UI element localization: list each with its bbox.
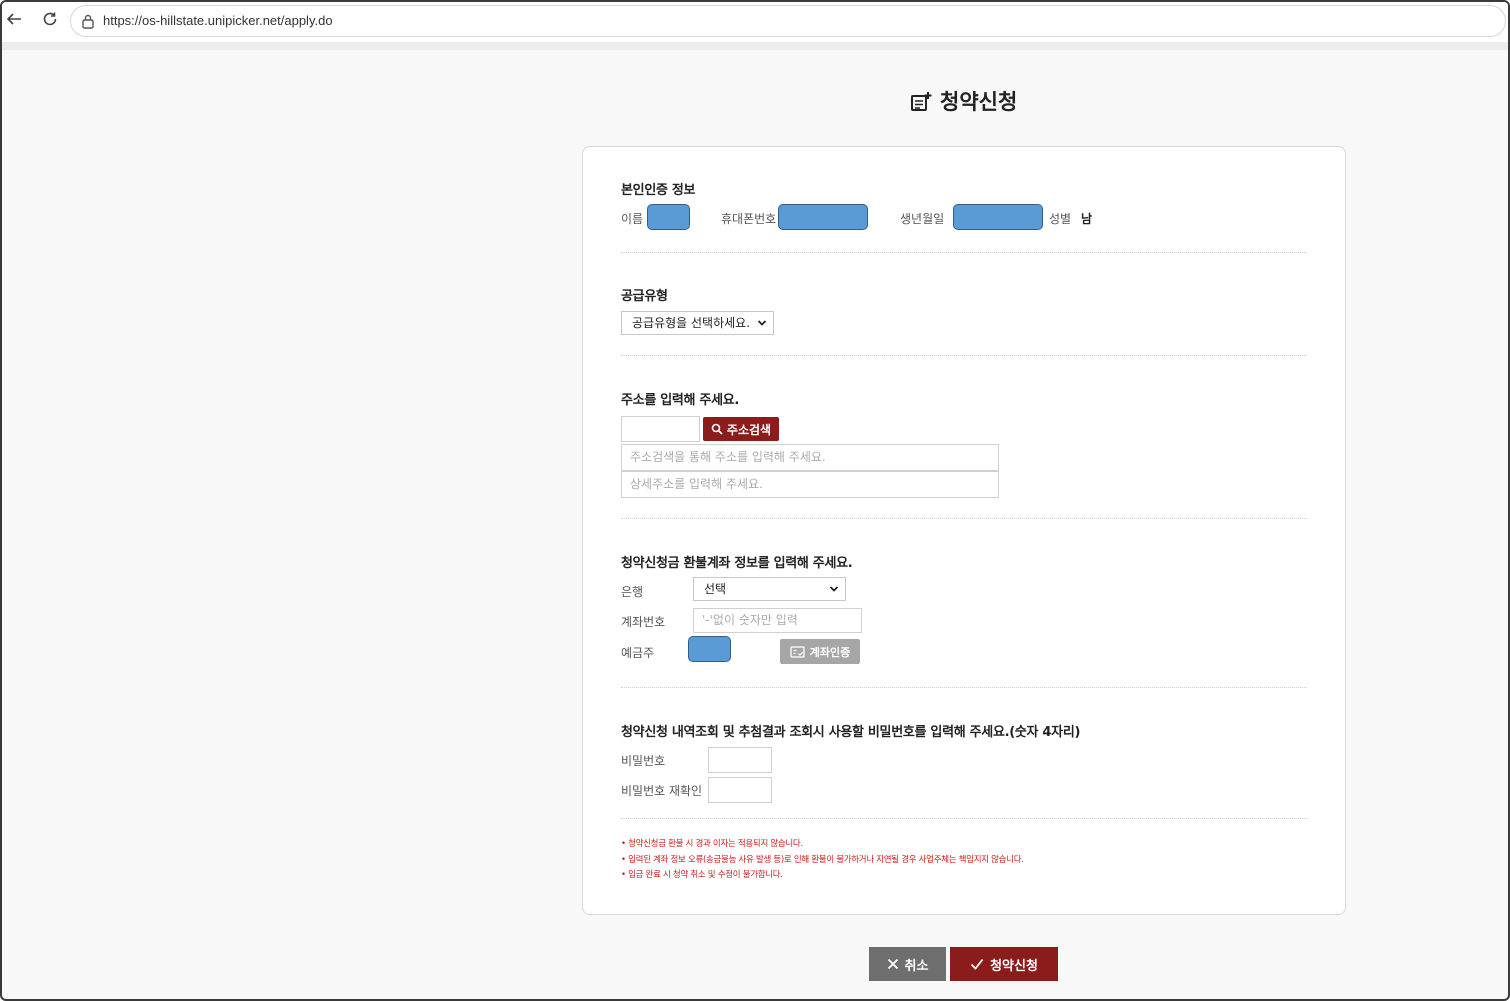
postcode-input[interactable] xyxy=(621,416,700,442)
password-input[interactable] xyxy=(708,747,772,773)
detail-address-input[interactable]: 상세주소를 입력해 주세요. xyxy=(621,471,999,498)
password-label: 비밀번호 xyxy=(621,754,666,768)
notice-item: • 입금 완료 시 청약 취소 및 수정이 불가합니다. xyxy=(621,870,783,880)
gender-label: 성별 xyxy=(1049,212,1072,226)
name-label: 이름 xyxy=(621,212,644,226)
back-arrow-icon[interactable] xyxy=(2,10,26,34)
apply-label: 청약신청 xyxy=(990,958,1038,974)
phone-label: 휴대폰번호 xyxy=(721,212,777,226)
account-number-input[interactable]: '-'없이 숫자만 입력 xyxy=(693,608,862,633)
page-title: 청약신청 xyxy=(910,86,1017,116)
notice-item: • 입력된 계좌 정보 오류(송금불능 사유 발생 등)로 인해 환불이 불가하… xyxy=(621,854,1024,865)
id-card-icon xyxy=(790,645,805,658)
section-divider xyxy=(621,355,1307,356)
supply-type-select-value: 공급유형을 선택하세요. xyxy=(632,316,751,330)
address-section: 주소를 입력해 주세요. 주소검색 주소검색을 통해 주소를 입력해 주세요. … xyxy=(621,387,1307,502)
account-holder-masked xyxy=(688,636,731,662)
password-confirm-input[interactable] xyxy=(708,777,772,803)
password-section-title: 청약신청 내역조회 및 추첨결과 조회시 사용할 비밀번호를 입력해 주세요.(… xyxy=(621,725,1081,740)
name-value-masked xyxy=(647,204,690,230)
chevron-down-icon xyxy=(829,586,839,592)
password-section: 청약신청 내역조회 및 추첨결과 조회시 사용할 비밀번호를 입력해 주세요.(… xyxy=(621,719,1307,809)
password-confirm-label: 비밀번호 재확인 xyxy=(621,784,703,798)
url-text: https://os-hillstate.unipicker.net/apply… xyxy=(103,13,333,28)
section-divider xyxy=(621,252,1307,253)
supply-section: 공급유형 공급유형을 선택하세요. xyxy=(621,283,1307,343)
page-title-text: 청약신청 xyxy=(940,90,1018,114)
refund-section: 청약신청금 환불계좌 정보를 입력해 주세요. 은행 선택 계좌번호 '-'없이… xyxy=(621,550,1307,670)
browser-window: https://os-hillstate.unipicker.net/apply… xyxy=(0,0,1510,1001)
account-verify-label: 계좌인증 xyxy=(809,645,851,659)
toolbar-divider xyxy=(2,42,1508,50)
cancel-label: 취소 xyxy=(904,958,929,974)
address-section-title: 주소를 입력해 주세요. xyxy=(621,393,740,408)
address-bar[interactable]: https://os-hillstate.unipicker.net/apply… xyxy=(70,5,1506,37)
identity-section-title: 본인인증 정보 xyxy=(621,183,696,198)
application-form-card: 본인인증 정보 이름 휴대폰번호 생년월일 성별 남 공급유형 공급유형을 선택… xyxy=(582,146,1346,915)
address-input[interactable]: 주소검색을 통해 주소를 입력해 주세요. xyxy=(621,444,999,471)
apply-button[interactable]: 청약신청 xyxy=(950,947,1058,981)
account-number-label: 계좌번호 xyxy=(621,615,666,629)
reload-icon[interactable] xyxy=(38,10,62,34)
phone-value-masked xyxy=(778,204,868,230)
browser-toolbar: https://os-hillstate.unipicker.net/apply… xyxy=(2,2,1508,42)
address-search-label: 주소검색 xyxy=(726,422,772,437)
lock-icon xyxy=(82,14,94,29)
cancel-button[interactable]: 취소 xyxy=(869,947,946,981)
bank-select[interactable]: 선택 xyxy=(693,577,846,601)
bank-label: 은행 xyxy=(621,585,644,599)
close-icon xyxy=(887,958,898,970)
edit-document-icon xyxy=(911,92,932,111)
identity-section: 본인인증 정보 이름 휴대폰번호 생년월일 성별 남 xyxy=(621,177,1307,237)
notice-list: • 청약신청금 환불 시 경과 이자는 적용되지 않습니다. • 입력된 계좌 … xyxy=(621,837,1307,884)
gender-value: 남 xyxy=(1081,212,1093,226)
section-divider xyxy=(621,518,1307,519)
account-verify-button[interactable]: 계좌인증 xyxy=(780,639,860,664)
notice-item: • 청약신청금 환불 시 경과 이자는 적용되지 않습니다. xyxy=(621,839,803,849)
section-divider xyxy=(621,687,1307,688)
search-icon xyxy=(711,423,723,435)
bank-select-value: 선택 xyxy=(704,582,727,596)
supply-section-title: 공급유형 xyxy=(621,289,668,304)
chevron-down-icon xyxy=(757,320,767,326)
section-divider xyxy=(621,818,1307,819)
supply-type-select[interactable]: 공급유형을 선택하세요. xyxy=(621,311,774,335)
account-holder-label: 예금주 xyxy=(621,646,655,660)
refund-section-title: 청약신청금 환불계좌 정보를 입력해 주세요. xyxy=(621,556,853,571)
check-icon xyxy=(970,958,984,970)
address-search-button[interactable]: 주소검색 xyxy=(703,417,779,441)
birth-value-masked xyxy=(953,204,1043,230)
birth-label: 생년월일 xyxy=(900,212,945,226)
